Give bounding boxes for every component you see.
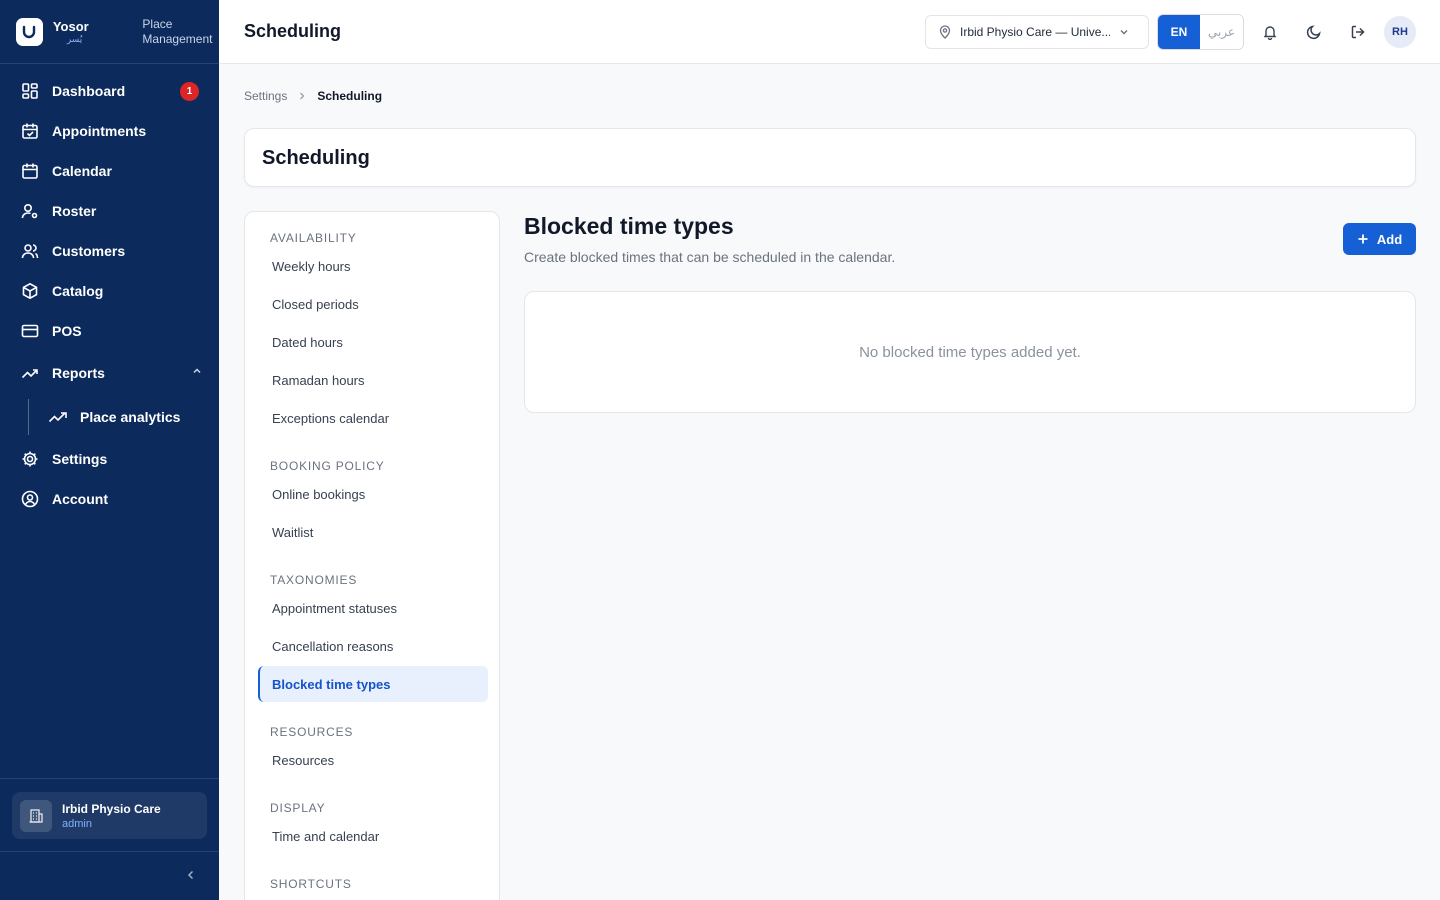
gear-icon xyxy=(20,449,40,469)
content-header: Blocked time types Create blocked times … xyxy=(524,213,895,265)
section-description: Create blocked times that can be schedul… xyxy=(524,249,896,265)
add-button[interactable]: Add xyxy=(1343,223,1416,255)
lang-en-button[interactable]: EN xyxy=(1158,15,1200,49)
brand-subtitle: Place Management xyxy=(142,16,213,46)
subnav-item-closed-periods[interactable]: Closed periods xyxy=(258,286,488,322)
subnav-item-blocked-time-types[interactable]: Blocked time types xyxy=(258,666,488,702)
logout-icon[interactable] xyxy=(1348,22,1368,42)
sidebar-item-place-analytics[interactable]: Place analytics xyxy=(0,395,219,439)
calendar-check-icon xyxy=(20,121,40,141)
sidebar-item-label: Account xyxy=(52,491,108,507)
sidebar-item-label: Appointments xyxy=(52,123,147,139)
subnav-item-ramadan-hours[interactable]: Ramadan hours xyxy=(258,362,488,398)
subnav-item-time-and-calendar[interactable]: Time and calendar xyxy=(258,818,488,854)
org-role: admin xyxy=(62,817,92,830)
building-icon xyxy=(20,799,52,832)
dashboard-icon xyxy=(20,81,40,101)
add-button-label: Add xyxy=(1376,231,1403,247)
section-title: Blocked time types xyxy=(524,213,734,239)
subnav-item-weekly-hours[interactable]: Weekly hours xyxy=(258,248,488,284)
trending-up-icon xyxy=(48,408,68,426)
user-gear-icon xyxy=(20,201,40,221)
yosor-logo-icon xyxy=(16,17,43,46)
empty-state-text: No blocked time types added yet. xyxy=(859,343,1081,361)
section-heading-taxonomies: TAXONOMIES xyxy=(270,573,358,587)
avatar[interactable]: RH xyxy=(1384,16,1416,48)
subnav-item-waitlist[interactable]: Waitlist xyxy=(258,514,488,550)
moon-icon[interactable] xyxy=(1304,22,1324,42)
language-switch: EN عربي xyxy=(1157,14,1244,50)
sidebar-item-settings[interactable]: Settings xyxy=(0,439,219,479)
topbar: Scheduling Irbid Physio Care — Unive... … xyxy=(219,0,1440,64)
sidebar-item-account[interactable]: Account xyxy=(0,479,219,519)
bell-icon[interactable] xyxy=(1260,22,1280,42)
sidebar-item-label: Dashboard xyxy=(52,83,126,99)
page-title: Scheduling xyxy=(244,21,342,41)
calendar-icon xyxy=(20,161,40,181)
credit-card-icon xyxy=(20,321,40,341)
collapse-sidebar-icon[interactable] xyxy=(184,868,198,887)
org-switcher[interactable]: Irbid Physio Care admin xyxy=(12,792,207,839)
sidebar-item-label: Catalog xyxy=(52,283,104,299)
plus-icon xyxy=(1357,233,1369,245)
breadcrumb-settings-link[interactable]: Settings xyxy=(244,89,287,103)
sidebar-item-label: POS xyxy=(52,323,82,339)
location-select-value: Irbid Physio Care — Unive... xyxy=(960,25,1110,39)
subnav-item-resources[interactable]: Resources xyxy=(258,742,488,778)
sidebar: Yosor يُسر Place Management Dashboard 1 … xyxy=(0,0,219,900)
settings-subnav: AVAILABILITY Weekly hours Closed periods… xyxy=(244,211,500,900)
lang-ar-button[interactable]: عربي xyxy=(1200,15,1243,49)
brand-name-arabic: يُسر xyxy=(66,33,83,44)
breadcrumb-current: Scheduling xyxy=(317,89,383,103)
sidebar-nav: Dashboard 1 Appointments Calendar Roster… xyxy=(0,71,219,519)
sidebar-item-pos[interactable]: POS xyxy=(0,311,219,351)
location-select[interactable]: Irbid Physio Care — Unive... xyxy=(925,15,1149,49)
subnav-item-online-bookings[interactable]: Online bookings xyxy=(258,476,488,512)
subnav-item-dated-hours[interactable]: Dated hours xyxy=(258,324,488,360)
sidebar-item-label: Roster xyxy=(52,203,97,219)
section-heading-booking-policy: BOOKING POLICY xyxy=(270,459,385,473)
page-header-card: Scheduling xyxy=(244,128,1416,187)
package-icon xyxy=(20,281,40,301)
sidebar-item-catalog[interactable]: Catalog xyxy=(0,271,219,311)
sidebar-item-appointments[interactable]: Appointments xyxy=(0,111,219,151)
section-heading-availability: AVAILABILITY xyxy=(270,231,357,245)
sidebar-item-customers[interactable]: Customers xyxy=(0,231,219,271)
section-heading-display: DISPLAY xyxy=(270,801,326,815)
breadcrumb: Settings Scheduling xyxy=(244,89,382,103)
chevron-down-icon xyxy=(1118,26,1130,38)
map-pin-icon xyxy=(938,25,952,39)
brand[interactable]: Yosor يُسر Place Management xyxy=(0,0,219,64)
org-switcher-wrap: Irbid Physio Care admin xyxy=(0,778,219,852)
subnav-item-appointment-statuses[interactable]: Appointment statuses xyxy=(258,590,488,626)
notification-badge: 1 xyxy=(180,82,199,101)
section-heading-resources: RESOURCES xyxy=(270,725,354,739)
sidebar-item-label: Reports xyxy=(52,365,105,381)
subnav-item-exceptions-calendar[interactable]: Exceptions calendar xyxy=(258,400,488,436)
sidebar-item-label: Settings xyxy=(52,451,108,467)
section-heading-shortcuts: SHORTCUTS xyxy=(270,877,352,891)
subnav-item-cancellation-reasons[interactable]: Cancellation reasons xyxy=(258,628,488,664)
chevron-up-icon[interactable] xyxy=(191,364,203,382)
brand-name: Yosor xyxy=(52,18,89,34)
sidebar-item-reports[interactable]: Reports xyxy=(0,351,219,395)
sidebar-item-roster[interactable]: Roster xyxy=(0,191,219,231)
user-circle-icon xyxy=(20,489,40,509)
users-icon xyxy=(20,241,40,261)
sidebar-item-calendar[interactable]: Calendar xyxy=(0,151,219,191)
org-name: Irbid Physio Care xyxy=(62,801,161,816)
trending-up-icon xyxy=(20,363,40,383)
sidebar-item-label: Place analytics xyxy=(80,409,181,425)
sidebar-item-dashboard[interactable]: Dashboard 1 xyxy=(0,71,219,111)
empty-state-card: No blocked time types added yet. xyxy=(524,291,1416,413)
sidebar-item-label: Calendar xyxy=(52,163,112,179)
sidebar-item-label: Customers xyxy=(52,243,126,259)
page-heading: Scheduling xyxy=(262,147,370,169)
chevron-right-icon xyxy=(297,91,307,101)
